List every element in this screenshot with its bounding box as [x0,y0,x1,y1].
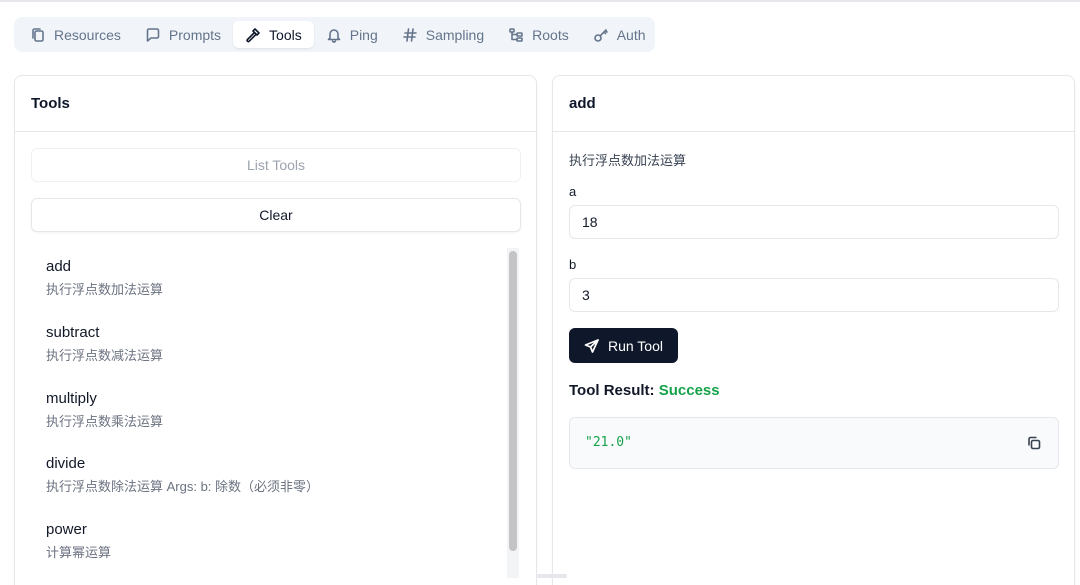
top-divider [0,0,1080,2]
tools-panel: Tools List Tools Clear add 执行浮点数加法运算 sub… [14,75,537,585]
tool-detail-description: 执行浮点数加法运算 [569,153,687,168]
tool-item-subtract[interactable]: subtract 执行浮点数减法运算 [46,324,163,364]
hammer-icon [246,27,260,42]
tab-label: Tools [269,26,302,43]
files-icon [32,27,44,42]
tool-description: 执行浮点数减法运算 [46,348,164,363]
tool-item-power[interactable]: power 计算幂运算 [46,521,111,561]
tab-label: Prompts [168,26,222,43]
tool-description: 执行浮点数除法运算 Args: b: 除数（必须非零） [46,479,320,494]
hash-icon [402,27,417,42]
folder-tree-icon [509,27,523,42]
tab-label: Auth [616,26,646,43]
tab-ping[interactable]: Ping [314,21,390,48]
param-input-b[interactable]: 3 [569,278,1059,312]
tab-roots[interactable]: Roots [496,21,581,48]
run-tool-button[interactable]: Run Tool [569,328,678,363]
resize-handle[interactable] [537,574,567,578]
tool-result-label: Tool Result: [569,382,655,399]
tool-name: subtract [46,324,100,341]
tab-prompts[interactable]: Prompts [133,21,233,48]
tool-result-value: "21.0" [585,435,632,450]
copy-icon[interactable] [1026,435,1042,451]
tool-name: add [46,258,72,275]
tool-item-divide[interactable]: divide 执行浮点数除法运算 Args: b: 除数（必须非零） [46,455,319,495]
tab-bar: Resources Prompts Tools Ping Sampling Ro… [14,17,655,52]
bell-icon [327,28,341,43]
run-tool-label: Run Tool [607,337,663,354]
tab-label: Sampling [425,26,485,43]
tool-name: divide [46,455,86,472]
tool-item-add[interactable]: add 执行浮点数加法运算 [46,258,163,298]
tool-item-multiply[interactable]: multiply 执行浮点数乘法运算 [46,390,163,430]
tool-result-box: "21.0" [569,417,1059,469]
tool-name: multiply [46,390,97,407]
tab-auth[interactable]: Auth [581,21,658,48]
tool-list: add 执行浮点数加法运算 subtract 执行浮点数减法运算 multipl… [31,248,521,578]
clear-button[interactable]: Clear [31,198,521,232]
param-label-a: a [569,184,577,199]
send-icon [584,338,599,353]
tab-label: Ping [349,26,378,43]
tab-tools[interactable]: Tools [233,21,314,48]
tab-label: Roots [532,26,569,43]
param-label-b: b [569,257,577,272]
tab-sampling[interactable]: Sampling [390,21,496,48]
tool-name: power [46,521,87,538]
tool-description: 计算幂运算 [46,545,112,560]
tools-panel-title: Tools [15,76,536,132]
tab-resources[interactable]: Resources [18,21,133,48]
key-icon [593,28,608,42]
tool-result-heading: Tool Result: Success [569,382,720,399]
list-tools-button[interactable]: List Tools [31,148,521,182]
param-input-a[interactable]: 18 [569,205,1059,239]
tool-result-status: Success [658,382,720,399]
tool-detail-title: add [553,76,1074,132]
tool-description: 执行浮点数加法运算 [46,282,164,297]
tool-description: 执行浮点数乘法运算 [46,414,164,429]
tool-list-scrollbar-thumb[interactable] [509,251,517,551]
tab-label: Resources [54,26,121,43]
message-square-icon [146,27,160,42]
tool-detail-panel: add 执行浮点数加法运算 a 18 b 3 Run Tool Tool Res… [552,75,1075,585]
